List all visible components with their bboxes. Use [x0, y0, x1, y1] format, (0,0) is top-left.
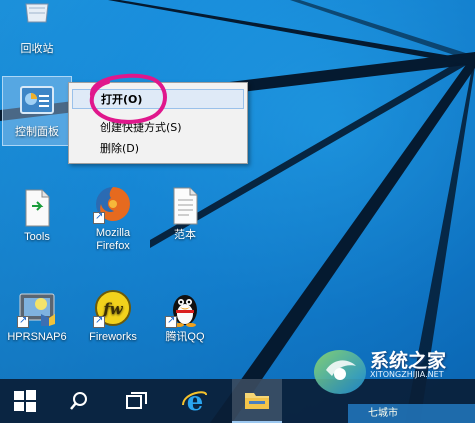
- watermark-title: 系统之家: [370, 350, 447, 372]
- desktop-icon-label: 腾讯QQ: [165, 331, 205, 343]
- menu-item-open[interactable]: 打开(O): [72, 89, 244, 109]
- desktop-icon-tools[interactable]: Tools: [2, 188, 72, 244]
- firefox-icon: [93, 184, 133, 224]
- desktop-icon-label: 控制面板: [15, 126, 59, 138]
- desktop-icon-label: Fireworks: [89, 331, 137, 343]
- svg-text:fw: fw: [102, 300, 123, 318]
- internet-explorer-button[interactable]: e: [170, 379, 220, 423]
- desktop-icon-label: Tools: [24, 231, 50, 243]
- watermark-url: XITONGZHIJIA.NET: [370, 370, 444, 379]
- shortcut-arrow-icon: [93, 314, 105, 328]
- task-view-icon: [126, 392, 147, 409]
- desktop-icon-label: 范本: [174, 229, 196, 241]
- file-explorer-button[interactable]: [232, 379, 282, 423]
- file-explorer-icon: [245, 393, 269, 409]
- menu-item-create-shortcut[interactable]: 创建快捷方式(S): [72, 118, 244, 138]
- watermark-bottom: 七城市: [368, 408, 398, 419]
- search-icon: [70, 392, 87, 410]
- shortcut-arrow-icon: [93, 210, 105, 224]
- internet-explorer-icon: e: [182, 387, 207, 415]
- text-file-icon: [17, 188, 57, 228]
- fireworks-icon: fw: [93, 288, 133, 328]
- menu-item-delete[interactable]: 删除(D): [72, 139, 244, 159]
- desktop-icon-label: Mozilla Firefox: [95, 227, 131, 252]
- desktop-icon-qq[interactable]: 腾讯QQ: [150, 288, 220, 344]
- desktop-icon-hprsnap6[interactable]: HPRSNAP6: [2, 288, 72, 344]
- document-icon: [165, 186, 205, 226]
- desktop: 回收站 控制面板 Tools Mozilla Firefox 范本 HPRSNA…: [0, 0, 475, 423]
- hprsnap-icon: [17, 288, 57, 328]
- search-button[interactable]: [54, 379, 104, 423]
- desktop-icon-template[interactable]: 范本: [150, 186, 220, 242]
- start-button[interactable]: [0, 379, 50, 423]
- desktop-icon-label: 回收站: [20, 43, 54, 55]
- shortcut-arrow-icon: [165, 314, 177, 328]
- task-view-button[interactable]: [112, 379, 162, 423]
- desktop-icon-control-panel[interactable]: 控制面板: [2, 76, 72, 146]
- qq-penguin-icon: [165, 288, 205, 328]
- context-menu: 打开(O) 创建快捷方式(S) 删除(D): [68, 82, 248, 164]
- desktop-icon-fireworks[interactable]: fw Fireworks: [78, 288, 148, 344]
- svg-text:e: e: [187, 387, 204, 415]
- control-panel-icon: [17, 83, 57, 123]
- windows-start-icon: [14, 390, 36, 412]
- shortcut-arrow-icon: [17, 314, 29, 328]
- desktop-icon-firefox[interactable]: Mozilla Firefox: [78, 184, 148, 253]
- recycle-bin-icon: [17, 0, 57, 40]
- desktop-icon-recycle-bin[interactable]: 回收站: [2, 0, 72, 56]
- desktop-icon-label: HPRSNAP6: [7, 331, 67, 343]
